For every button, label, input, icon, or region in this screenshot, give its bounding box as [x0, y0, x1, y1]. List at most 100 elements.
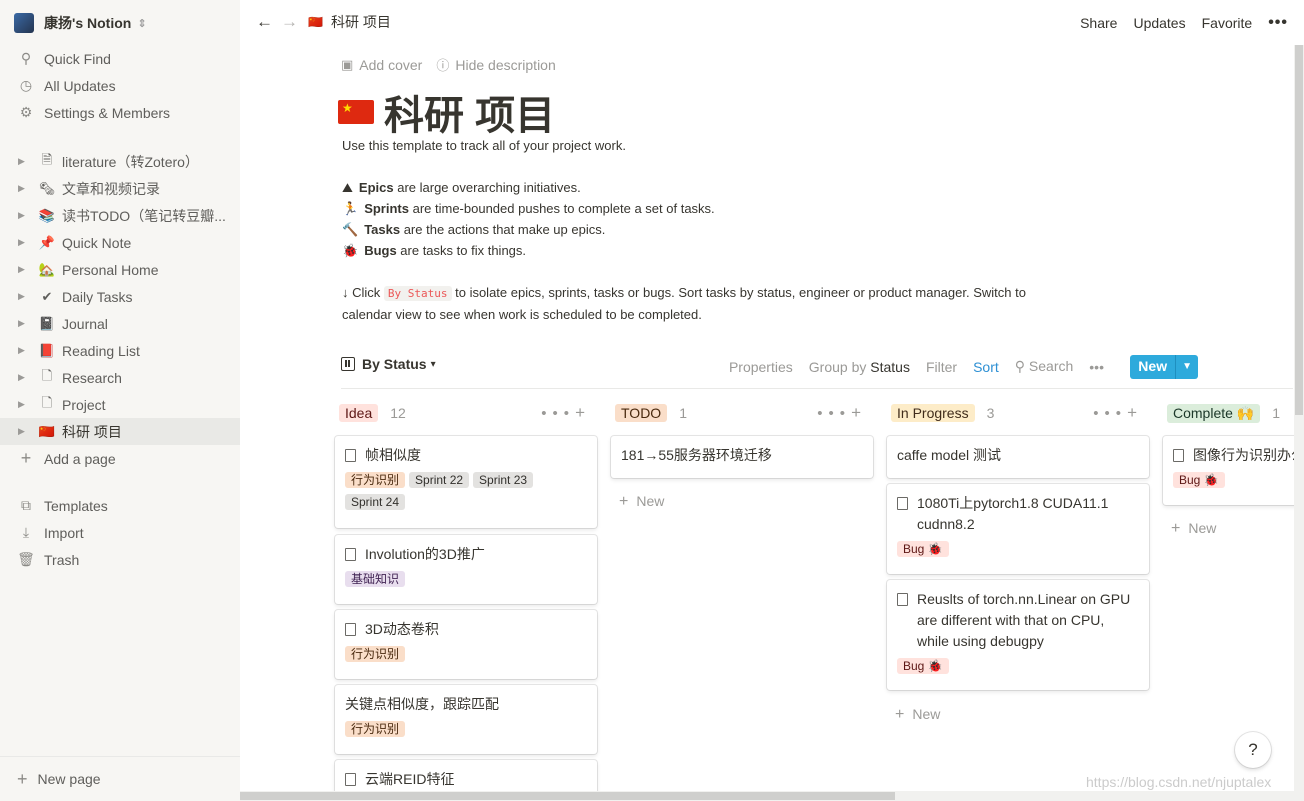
- sidebar-page-item[interactable]: ▶ 🗎 literature（转Zotero）: [0, 148, 240, 175]
- expand-triangle-icon[interactable]: ▶: [18, 399, 30, 410]
- card-tags: 行为识别: [345, 715, 587, 737]
- hide-description-button[interactable]: ⓘ Hide description: [436, 55, 555, 74]
- board-card[interactable]: Reuslts of torch.nn.Linear on GPU are di…: [887, 580, 1149, 690]
- board-card[interactable]: 云端REID特征: [335, 760, 597, 791]
- column-new-button[interactable]: + New: [619, 493, 664, 511]
- more-options-button[interactable]: •••: [1268, 14, 1288, 32]
- sidebar-page-label: Personal Home: [62, 261, 159, 278]
- board-card[interactable]: 帧相似度 行为识别 Sprint 22 Sprint 23 Sprint 24: [335, 436, 597, 528]
- horizontal-scrollbar[interactable]: [240, 791, 1304, 801]
- board-card[interactable]: 3D动态卷积 行为识别: [335, 610, 597, 679]
- more-icon[interactable]: •••: [1093, 405, 1127, 422]
- expand-triangle-icon[interactable]: ▶: [18, 345, 30, 356]
- sidebar-page-item[interactable]: ▶ 📓 Journal: [0, 310, 240, 337]
- expand-triangle-icon[interactable]: ▶: [18, 183, 30, 194]
- card-tags: 行为识别 Sprint 22 Sprint 23 Sprint 24: [345, 466, 587, 510]
- description-emoji: 🔨: [342, 222, 359, 237]
- board-card[interactable]: Involution的3D推广 基础知识: [335, 535, 597, 604]
- column-actions[interactable]: •••+: [1093, 403, 1143, 423]
- more-icon[interactable]: •••: [541, 405, 575, 422]
- description-bold: Epics: [358, 180, 394, 195]
- add-page-button[interactable]: + Add a page: [0, 445, 240, 472]
- more-icon[interactable]: •••: [817, 405, 851, 422]
- horizontal-scroll-thumb[interactable]: [240, 792, 895, 800]
- vertical-scroll-thumb[interactable]: [1295, 45, 1303, 415]
- workspace-switcher[interactable]: 康扬's Notion ⇕: [14, 12, 147, 34]
- topbar-nav: ← → 🇨🇳 科研 项目: [256, 12, 391, 32]
- sidebar-trash-item[interactable]: 🗑 Trash: [0, 546, 240, 573]
- sidebar-page-item[interactable]: ▶ ✔ Daily Tasks: [0, 283, 240, 310]
- sidebar-page-item[interactable]: ▶ 🗋 Research: [0, 364, 240, 391]
- column-status-tag[interactable]: TODO: [615, 404, 668, 422]
- new-page-label: New page: [37, 771, 101, 787]
- sidebar-nav-item[interactable]: ⚙ Settings & Members: [0, 99, 240, 126]
- sidebar-page-item[interactable]: ▶ 🗞 文章和视频记录: [0, 175, 240, 202]
- sort-button[interactable]: Sort: [973, 359, 999, 375]
- expand-triangle-icon[interactable]: ▶: [18, 264, 30, 275]
- sidebar-import-item[interactable]: ⤓ Import: [0, 519, 240, 546]
- back-arrow-icon[interactable]: ←: [256, 12, 273, 32]
- sidebar-templates-item[interactable]: ⧉ Templates: [0, 492, 240, 519]
- board-card[interactable]: 图像行为识别办公 Bug 🐞: [1163, 436, 1294, 505]
- board-card[interactable]: caffe model 测试: [887, 436, 1149, 478]
- view-switcher[interactable]: By Status ▾: [341, 356, 436, 372]
- favorite-button[interactable]: Favorite: [1202, 15, 1253, 31]
- column-header: Idea 12 •••+: [335, 400, 597, 426]
- chevron-down-icon[interactable]: ▼: [1176, 355, 1198, 379]
- sidebar-page-item[interactable]: ▶ 📚 读书TODO（笔记转豆瓣...: [0, 202, 240, 229]
- watermark: https://blog.csdn.net/njuptalex: [1086, 774, 1272, 790]
- new-record-button[interactable]: New ▼: [1130, 355, 1198, 379]
- card-tags: Bug 🐞: [1173, 466, 1294, 488]
- column-status-tag[interactable]: Idea: [339, 404, 379, 422]
- expand-triangle-icon[interactable]: ▶: [18, 210, 30, 221]
- page-emoji-icon: 🗋: [41, 367, 53, 383]
- sidebar-page-item[interactable]: ▶ 🇨🇳 科研 项目: [0, 418, 240, 445]
- plus-icon[interactable]: +: [575, 403, 591, 422]
- forward-arrow-icon[interactable]: →: [281, 12, 298, 32]
- updates-button[interactable]: Updates: [1133, 15, 1185, 31]
- search-button[interactable]: ⚲ Search: [1015, 358, 1074, 375]
- board-view-icon: [341, 357, 355, 371]
- column-status-tag[interactable]: Complete 🙌: [1167, 403, 1261, 423]
- expand-triangle-icon[interactable]: ▶: [18, 426, 30, 437]
- plus-icon[interactable]: +: [1127, 403, 1143, 422]
- board-card[interactable]: 181→55服务器环境迁移: [611, 436, 873, 478]
- group-by-button[interactable]: Group by Status: [809, 359, 910, 375]
- card-title-text: 图像行为识别办公: [1193, 447, 1294, 463]
- toolbar-more-button[interactable]: •••: [1089, 359, 1104, 375]
- board-card[interactable]: 关键点相似度，跟踪匹配行为识别: [335, 685, 597, 754]
- properties-button[interactable]: Properties: [729, 359, 793, 375]
- sidebar-page-item[interactable]: ▶ 🏡 Personal Home: [0, 256, 240, 283]
- share-button[interactable]: Share: [1080, 15, 1117, 31]
- sidebar-nav-item[interactable]: ◷ All Updates: [0, 72, 240, 99]
- board-card[interactable]: 1080Ti上pytorch1.8 CUDA11.1 cudnn8.2 Bug 🐞: [887, 484, 1149, 574]
- sidebar-page-item[interactable]: ▶ 📕 Reading List: [0, 337, 240, 364]
- expand-triangle-icon[interactable]: ▶: [18, 318, 30, 329]
- column-actions[interactable]: •••+: [817, 403, 867, 423]
- vertical-scrollbar[interactable]: [1294, 45, 1304, 791]
- sidebar-nav-label: Settings & Members: [44, 104, 171, 121]
- column-status-tag[interactable]: In Progress: [891, 404, 975, 422]
- column-actions[interactable]: •••+: [541, 403, 591, 423]
- sidebar-nav-item[interactable]: ⚲ Quick Find: [0, 45, 240, 72]
- page-emoji-icon: 🇨🇳: [38, 423, 56, 439]
- new-page-button[interactable]: + New page: [0, 756, 240, 801]
- sidebar-page-item[interactable]: ▶ 🗋 Project: [0, 391, 240, 418]
- new-button-label: New: [1130, 355, 1177, 379]
- filter-button[interactable]: Filter: [926, 359, 957, 375]
- help-button[interactable]: ?: [1235, 732, 1271, 768]
- expand-triangle-icon[interactable]: ▶: [18, 156, 30, 167]
- page-title[interactable]: ★ 科研 项目: [338, 83, 555, 141]
- expand-triangle-icon[interactable]: ▶: [18, 237, 30, 248]
- card-tag: Sprint 24: [345, 494, 406, 510]
- column-new-button[interactable]: + New: [1171, 520, 1216, 538]
- expand-triangle-icon[interactable]: ▶: [18, 372, 30, 383]
- card-title-text: 关键点相似度，跟踪匹配: [345, 696, 499, 712]
- column-new-button[interactable]: + New: [895, 706, 940, 724]
- expand-triangle-icon[interactable]: ▶: [18, 291, 30, 302]
- add-page-label: Add a page: [44, 450, 116, 467]
- sidebar-page-item[interactable]: ▶ 📌 Quick Note: [0, 229, 240, 256]
- add-cover-button[interactable]: ▣ Add cover: [341, 55, 422, 74]
- plus-icon[interactable]: +: [851, 403, 867, 422]
- breadcrumb[interactable]: 科研 项目: [331, 12, 391, 32]
